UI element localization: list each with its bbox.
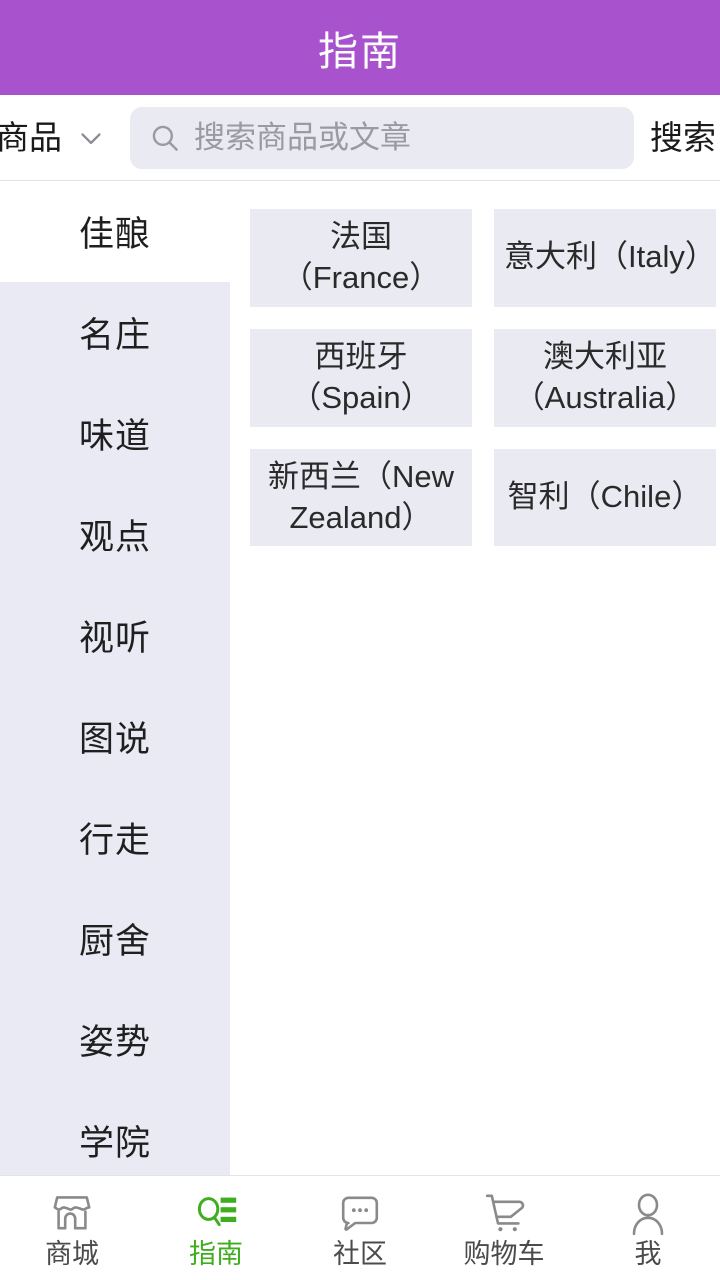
sidebar-item-guandian[interactable]: 观点	[0, 484, 230, 585]
person-icon	[632, 1193, 664, 1235]
shopping-cart-icon	[485, 1194, 525, 1231]
tab-cart[interactable]: 购物车	[432, 1176, 576, 1280]
tab-label: 商城	[45, 1238, 99, 1269]
tab-label: 购物车	[463, 1238, 545, 1269]
sidebar-item-label: 佳酿	[78, 215, 151, 254]
sidebar-item-chushe[interactable]: 厨舍	[0, 888, 230, 989]
sidebar-item-label: 行走	[78, 821, 151, 860]
sidebar-item-tushuo[interactable]: 图说	[0, 686, 230, 787]
sidebar-item-label: 厨舍	[78, 922, 151, 961]
search-icon	[152, 125, 178, 151]
tab-profile[interactable]: 我	[576, 1176, 720, 1280]
country-tag-italy[interactable]: 意大利（Italy）	[494, 209, 716, 307]
category-content: 法国（France） 意大利（Italy） 西班牙（Spain） 澳大利亚（Au…	[230, 181, 720, 1175]
country-tag-australia[interactable]: 澳大利亚（Australia）	[494, 328, 716, 427]
sidebar-item-label: 视听	[78, 619, 151, 658]
chat-bubble-icon	[341, 1196, 379, 1231]
search-field[interactable]	[130, 106, 634, 169]
search-scope-label: 商品	[0, 119, 62, 156]
chevron-down-icon	[81, 132, 101, 144]
category-sidebar[interactable]: 佳酿 名庄 味道 观点 视听 图说 行走 厨舍 姿势 学院	[0, 181, 230, 1175]
sidebar-item-shiting[interactable]: 视听	[0, 585, 230, 686]
search-bar: 商品 搜索	[0, 95, 720, 181]
main-body: 佳酿 名庄 味道 观点 视听 图说 行走 厨舍 姿势 学院 法国（France）…	[0, 181, 720, 1175]
search-button[interactable]: 搜索	[650, 121, 720, 154]
sidebar-item-xueyuan[interactable]: 学院	[0, 1090, 230, 1175]
tab-guide[interactable]: 指南	[144, 1176, 288, 1280]
sidebar-item-label: 味道	[78, 417, 151, 456]
sidebar-item-label: 观点	[78, 518, 151, 557]
country-tag-france[interactable]: 法国（France）	[250, 209, 472, 307]
sidebar-item-label: 学院	[78, 1124, 151, 1163]
sidebar-item-mingzhuang[interactable]: 名庄	[0, 282, 230, 383]
search-scope-selector[interactable]: 商品	[0, 121, 108, 155]
guide-search-list-icon	[197, 1196, 237, 1226]
country-tag-grid: 法国（France） 意大利（Italy） 西班牙（Spain） 澳大利亚（Au…	[250, 209, 720, 547]
country-tag-spain[interactable]: 西班牙（Spain）	[250, 328, 472, 427]
sidebar-item-label: 姿势	[78, 1023, 151, 1062]
country-tag-new-zealand[interactable]: 新西兰（New Zealand）	[250, 448, 472, 547]
app-root: 指南 商品 搜索 佳酿 名庄 味道	[0, 0, 720, 1280]
tab-community[interactable]: 社区	[288, 1176, 432, 1280]
sidebar-item-label: 名庄	[78, 316, 151, 355]
tab-label: 我	[634, 1238, 662, 1269]
tab-label: 社区	[333, 1238, 387, 1269]
bottom-tab-bar: 商城 指南 社区 购物车 我	[0, 1175, 720, 1280]
search-input[interactable]	[194, 119, 616, 156]
app-header: 指南	[0, 0, 720, 95]
page-title: 指南	[318, 29, 402, 74]
tab-label: 指南	[189, 1238, 243, 1269]
sidebar-item-jianiang[interactable]: 佳酿	[0, 181, 230, 282]
sidebar-item-label: 图说	[78, 720, 151, 759]
tab-store[interactable]: 商城	[0, 1176, 144, 1280]
sidebar-item-weidao[interactable]: 味道	[0, 383, 230, 484]
country-tag-chile[interactable]: 智利（Chile）	[494, 448, 716, 547]
store-icon	[53, 1195, 91, 1229]
sidebar-item-xingzou[interactable]: 行走	[0, 787, 230, 888]
sidebar-item-zishi[interactable]: 姿势	[0, 989, 230, 1090]
